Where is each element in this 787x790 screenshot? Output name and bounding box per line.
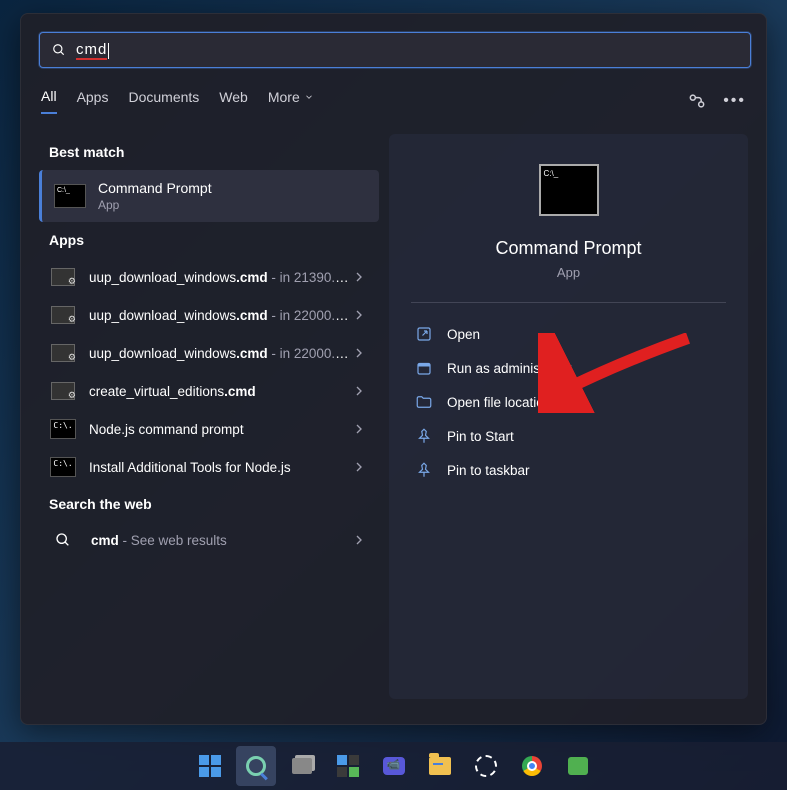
app-result[interactable]: C:\. Node.js command prompt [39, 410, 379, 448]
chevron-right-icon[interactable] [351, 269, 367, 285]
pin-icon [415, 461, 433, 479]
detail-panel: C:\_ Command Prompt App Open Run as admi… [389, 134, 748, 699]
detail-title: Command Prompt [411, 238, 726, 259]
folder-icon [415, 393, 433, 411]
action-pin-to-start[interactable]: Pin to Start [411, 419, 726, 453]
chat-icon [383, 757, 405, 775]
action-open-file-location[interactable]: Open file location [411, 385, 726, 419]
widgets-icon [337, 755, 359, 777]
more-options-icon[interactable]: ••• [723, 92, 746, 110]
widgets-button[interactable] [328, 746, 368, 786]
app-result[interactable]: uup_download_windows.cmd - in 22000.51_a… [39, 296, 379, 334]
shield-icon [415, 359, 433, 377]
text-cursor [108, 43, 109, 59]
result-title-line: uup_download_windows.cmd - in 22000.51_a… [89, 308, 351, 323]
tab-all[interactable]: All [41, 88, 57, 114]
chrome-icon [522, 756, 542, 776]
action-run-as-administrator[interactable]: Run as administrator [411, 351, 726, 385]
tab-apps[interactable]: Apps [77, 89, 109, 113]
task-view-button[interactable] [282, 746, 322, 786]
windows-logo-icon [199, 755, 221, 777]
loading-circle-icon [475, 755, 497, 777]
task-view-icon [292, 758, 312, 774]
chevron-right-icon[interactable] [351, 532, 367, 548]
chat-button[interactable] [374, 746, 414, 786]
tab-more-label: More [268, 89, 300, 105]
chevron-right-icon[interactable] [351, 459, 367, 475]
taskbar [0, 742, 787, 790]
command-prompt-icon: C:\_ [54, 184, 86, 208]
search-icon [55, 532, 71, 548]
web-result[interactable]: cmd - See web results [39, 522, 379, 558]
taskbar-app-button[interactable] [466, 746, 506, 786]
pin-icon [415, 427, 433, 445]
app-result[interactable]: C:\. Install Additional Tools for Node.j… [39, 448, 379, 486]
best-match-result[interactable]: C:\_ Command Prompt App [39, 170, 379, 222]
script-icon [51, 268, 75, 286]
open-icon [415, 325, 433, 343]
search-input[interactable]: cmd [39, 32, 751, 68]
chevron-right-icon[interactable] [351, 421, 367, 437]
app-result[interactable]: uup_download_windows.cmd - in 21390.2025… [39, 258, 379, 296]
command-prompt-icon: C:\. [51, 458, 75, 476]
action-open[interactable]: Open [411, 317, 726, 351]
script-icon [51, 344, 75, 362]
search-tabs: All Apps Documents Web More ••• [39, 88, 748, 114]
result-title-line: Install Additional Tools for Node.js [89, 460, 351, 475]
section-best-match: Best match [49, 144, 379, 160]
chevron-down-icon [304, 92, 314, 102]
app-result[interactable]: create_virtual_editions.cmd [39, 372, 379, 410]
result-title-line: uup_download_windows.cmd - in 22000.51_a… [89, 346, 351, 361]
best-match-title: Command Prompt [98, 180, 212, 196]
tab-documents[interactable]: Documents [128, 89, 199, 113]
chevron-right-icon[interactable] [351, 307, 367, 323]
action-label: Pin to Start [447, 429, 514, 444]
results-column: Best match C:\_ Command Prompt App Apps … [39, 134, 379, 699]
search-panel: cmd All Apps Documents Web More ••• Best… [20, 13, 767, 725]
section-apps: Apps [49, 232, 379, 248]
detail-subtitle: App [411, 265, 726, 280]
action-label: Pin to taskbar [447, 463, 530, 478]
script-icon [51, 382, 75, 400]
taskbar-search-button[interactable] [236, 746, 276, 786]
result-title-line: Node.js command prompt [89, 422, 351, 437]
chevron-right-icon[interactable] [351, 383, 367, 399]
search-options-icon[interactable] [687, 91, 707, 111]
result-title-line: uup_download_windows.cmd - in 21390.2025… [89, 270, 351, 285]
tab-web[interactable]: Web [219, 89, 248, 113]
command-prompt-icon: C:\_ [539, 164, 599, 216]
folder-icon [429, 757, 451, 775]
search-query-text: cmd [76, 41, 107, 60]
chrome-button[interactable] [512, 746, 552, 786]
search-icon [52, 43, 66, 57]
chevron-right-icon[interactable] [351, 345, 367, 361]
start-button[interactable] [190, 746, 230, 786]
taskbar-app-button[interactable] [558, 746, 598, 786]
section-search-web: Search the web [49, 496, 379, 512]
best-match-subtitle: App [98, 198, 212, 212]
action-label: Run as administrator [447, 361, 572, 376]
app-icon [568, 757, 588, 775]
search-icon [246, 756, 266, 776]
result-title-line: create_virtual_editions.cmd [89, 384, 351, 399]
app-result[interactable]: uup_download_windows.cmd - in 22000.51_a… [39, 334, 379, 372]
command-prompt-icon: C:\. [51, 420, 75, 438]
result-title-line: cmd - See web results [91, 533, 351, 548]
action-label: Open file location [447, 395, 551, 410]
script-icon [51, 306, 75, 324]
file-explorer-button[interactable] [420, 746, 460, 786]
separator [411, 302, 726, 303]
action-pin-to-taskbar[interactable]: Pin to taskbar [411, 453, 726, 487]
tab-more[interactable]: More [268, 89, 314, 113]
action-label: Open [447, 327, 480, 342]
